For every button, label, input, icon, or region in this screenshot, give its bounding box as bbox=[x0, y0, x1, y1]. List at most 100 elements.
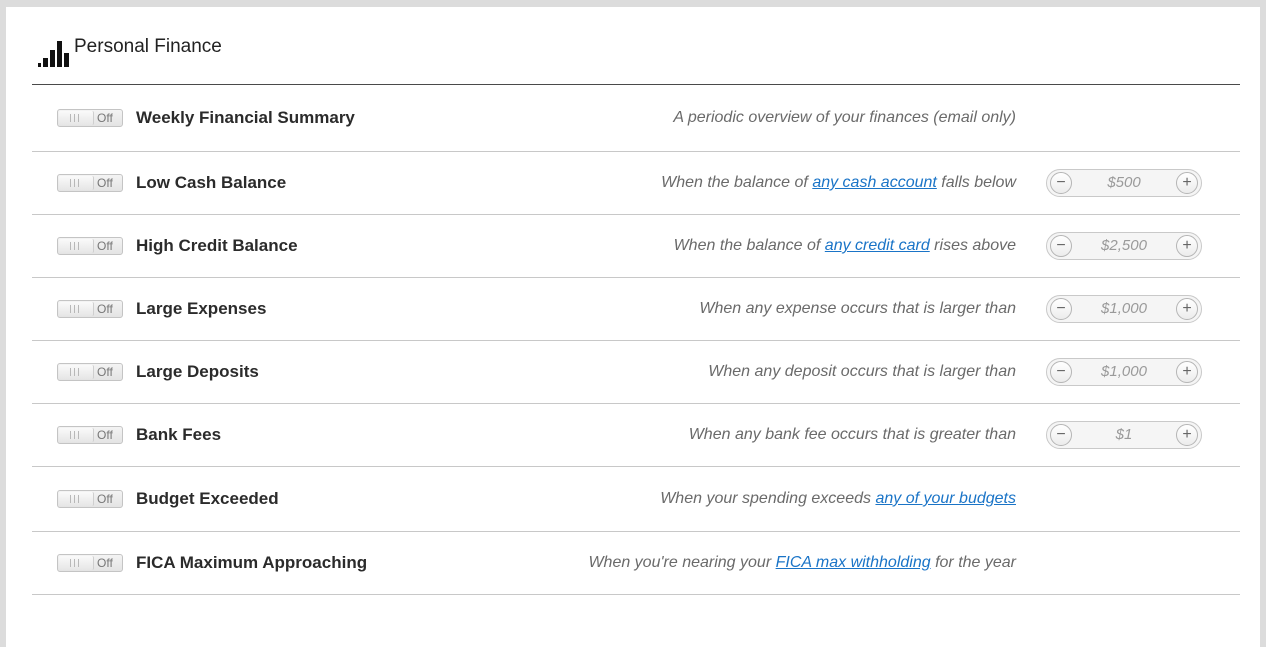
personal-finance-panel: Personal Finance Off Weekly Financial Su… bbox=[6, 7, 1260, 647]
toggle-grip bbox=[59, 365, 94, 379]
plus-icon: + bbox=[1182, 426, 1192, 443]
minus-icon: − bbox=[1056, 174, 1066, 191]
alert-description: When you're nearing your FICA max withho… bbox=[588, 554, 1016, 572]
alert-description: When any deposit occurs that is larger t… bbox=[708, 363, 1016, 381]
alert-description: When the balance of any credit card rise… bbox=[674, 237, 1016, 255]
threshold-value[interactable]: $500 bbox=[1077, 174, 1171, 192]
alert-name: High Credit Balance bbox=[136, 236, 298, 255]
toggle-state-label: Off bbox=[97, 302, 113, 316]
alert-toggle[interactable]: Off bbox=[57, 300, 123, 318]
toggle-state-label: Off bbox=[97, 556, 113, 570]
alert-name: Large Expenses bbox=[136, 299, 267, 318]
alert-row-3: Off Large Expenses When any expense occu… bbox=[32, 278, 1240, 341]
minus-icon: − bbox=[1056, 300, 1066, 317]
minus-icon: − bbox=[1056, 363, 1066, 380]
grip-lines-icon bbox=[70, 114, 82, 122]
increase-button[interactable]: + bbox=[1176, 424, 1198, 446]
alert-name: FICA Maximum Approaching bbox=[136, 553, 368, 572]
alert-toggle[interactable]: Off bbox=[57, 174, 123, 192]
alert-name: Large Deposits bbox=[136, 362, 259, 381]
description-link[interactable]: any of your budgets bbox=[875, 490, 1016, 507]
alert-row-4: Off Large Deposits When any deposit occu… bbox=[32, 341, 1240, 404]
description-link[interactable]: any credit card bbox=[825, 237, 930, 254]
toggle-grip bbox=[59, 239, 94, 253]
alert-row-6: Off Budget Exceeded When your spending e… bbox=[32, 467, 1240, 532]
alert-name: Bank Fees bbox=[136, 425, 222, 444]
increase-button[interactable]: + bbox=[1176, 235, 1198, 257]
grip-lines-icon bbox=[70, 305, 82, 313]
description-text-after: for the year bbox=[930, 554, 1016, 571]
description-text: A periodic overview of your finances (em… bbox=[673, 109, 1016, 126]
threshold-stepper: − $1,000 + bbox=[1046, 358, 1202, 386]
alert-toggle[interactable]: Off bbox=[57, 554, 123, 572]
alert-description: When any expense occurs that is larger t… bbox=[699, 300, 1016, 318]
increase-button[interactable]: + bbox=[1176, 361, 1198, 383]
threshold-stepper: − $2,500 + bbox=[1046, 232, 1202, 260]
description-text: When your spending exceeds bbox=[660, 490, 876, 507]
alert-row-1: Off Low Cash Balance When the balance of… bbox=[32, 152, 1240, 215]
toggle-state-label: Off bbox=[97, 111, 113, 125]
toggle-state-label: Off bbox=[97, 239, 113, 253]
description-link[interactable]: FICA max withholding bbox=[776, 554, 931, 571]
toggle-state-label: Off bbox=[97, 492, 113, 506]
increase-button[interactable]: + bbox=[1176, 172, 1198, 194]
plus-icon: + bbox=[1182, 237, 1192, 254]
alert-toggle[interactable]: Off bbox=[57, 426, 123, 444]
threshold-value[interactable]: $1,000 bbox=[1077, 363, 1171, 381]
grip-lines-icon bbox=[70, 559, 82, 567]
minus-icon: − bbox=[1056, 426, 1066, 443]
alert-row-5: Off Bank Fees When any bank fee occurs t… bbox=[32, 404, 1240, 467]
decrease-button[interactable]: − bbox=[1050, 298, 1072, 320]
alert-name: Budget Exceeded bbox=[136, 489, 279, 508]
description-text: When the balance of bbox=[673, 237, 825, 254]
toggle-grip bbox=[59, 111, 94, 125]
grip-lines-icon bbox=[70, 368, 82, 376]
plus-icon: + bbox=[1182, 300, 1192, 317]
decrease-button[interactable]: − bbox=[1050, 172, 1072, 194]
decrease-button[interactable]: − bbox=[1050, 424, 1072, 446]
threshold-value[interactable]: $2,500 bbox=[1077, 237, 1171, 255]
toggle-grip bbox=[59, 176, 94, 190]
alert-description: When your spending exceeds any of your b… bbox=[660, 490, 1016, 508]
threshold-stepper: − $1 + bbox=[1046, 421, 1202, 449]
description-link[interactable]: any cash account bbox=[812, 174, 937, 191]
description-text-after: rises above bbox=[929, 237, 1016, 254]
toggle-grip bbox=[59, 556, 94, 570]
section-header: Personal Finance bbox=[32, 7, 1240, 85]
description-text: When any bank fee occurs that is greater… bbox=[688, 426, 1016, 443]
alert-row-7: Off FICA Maximum Approaching When you're… bbox=[32, 532, 1240, 595]
toggle-state-label: Off bbox=[97, 176, 113, 190]
alert-row-2: Off High Credit Balance When the balance… bbox=[32, 215, 1240, 278]
alert-row-0: Off Weekly Financial Summary A periodic … bbox=[32, 85, 1240, 152]
decrease-button[interactable]: − bbox=[1050, 235, 1072, 257]
alert-name: Weekly Financial Summary bbox=[136, 108, 355, 127]
threshold-stepper: − $500 + bbox=[1046, 169, 1202, 197]
minus-icon: − bbox=[1056, 237, 1066, 254]
threshold-value[interactable]: $1,000 bbox=[1077, 300, 1171, 318]
alert-toggle[interactable]: Off bbox=[57, 237, 123, 255]
alert-toggle[interactable]: Off bbox=[57, 109, 123, 127]
alert-name: Low Cash Balance bbox=[136, 173, 287, 192]
description-text: When any expense occurs that is larger t… bbox=[699, 300, 1016, 317]
toggle-grip bbox=[59, 492, 94, 506]
threshold-value[interactable]: $1 bbox=[1077, 426, 1171, 444]
decrease-button[interactable]: − bbox=[1050, 361, 1072, 383]
section-title: Personal Finance bbox=[74, 36, 222, 57]
description-text: When any deposit occurs that is larger t… bbox=[708, 363, 1016, 380]
plus-icon: + bbox=[1182, 174, 1192, 191]
grip-lines-icon bbox=[70, 242, 82, 250]
grip-lines-icon bbox=[70, 431, 82, 439]
alert-description: When any bank fee occurs that is greater… bbox=[689, 426, 1016, 444]
toggle-state-label: Off bbox=[97, 365, 113, 379]
description-text-after: falls below bbox=[936, 174, 1016, 191]
alert-description: When the balance of any cash account fal… bbox=[661, 174, 1016, 192]
grip-lines-icon bbox=[70, 495, 82, 503]
description-text: When the balance of bbox=[661, 174, 813, 191]
alert-toggle[interactable]: Off bbox=[57, 363, 123, 381]
increase-button[interactable]: + bbox=[1176, 298, 1198, 320]
alerts-list: Off Weekly Financial Summary A periodic … bbox=[32, 85, 1240, 595]
alert-description: A periodic overview of your finances (em… bbox=[673, 109, 1016, 127]
plus-icon: + bbox=[1182, 363, 1192, 380]
description-text: When you're nearing your bbox=[588, 554, 776, 571]
alert-toggle[interactable]: Off bbox=[57, 490, 123, 508]
